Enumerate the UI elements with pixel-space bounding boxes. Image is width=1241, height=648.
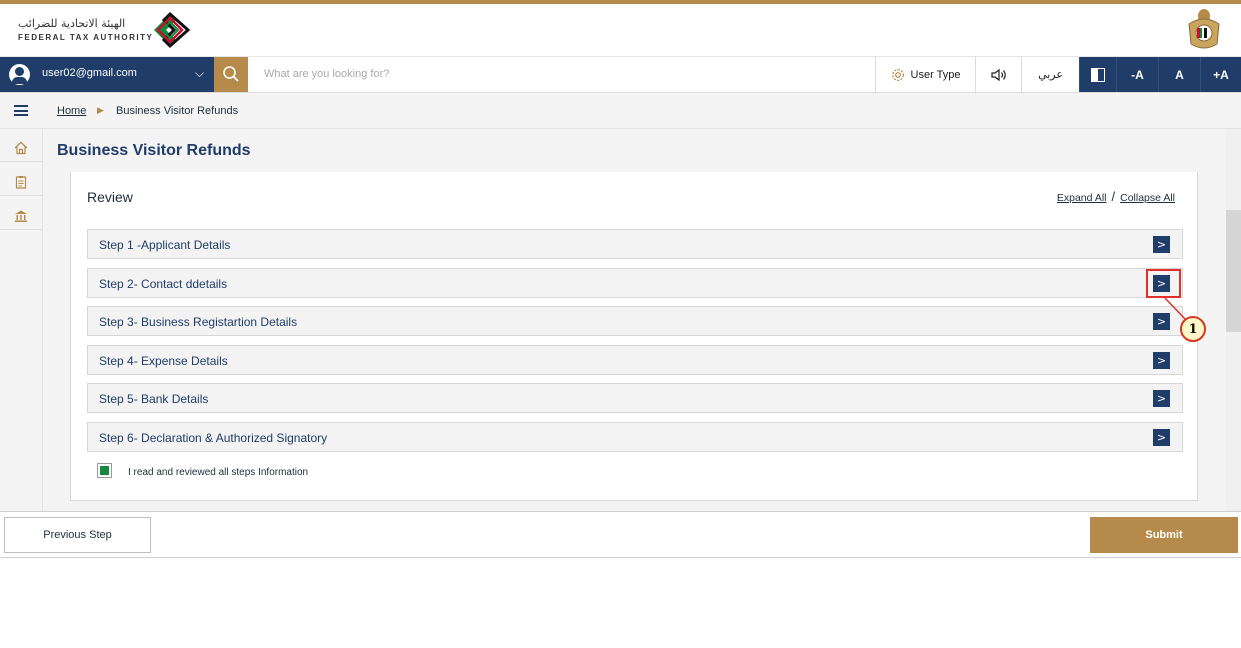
sidebar-bank-icon[interactable]: [11, 206, 31, 226]
search-input[interactable]: [256, 60, 856, 88]
breadcrumb-current: Business Visitor Refunds: [116, 105, 239, 117]
search-button[interactable]: [214, 57, 248, 92]
user-email: user02@gmail.com: [42, 67, 137, 79]
chevron-right-icon[interactable]: >: [1153, 236, 1170, 253]
step-panel-declaration[interactable]: Step 6- Declaration & Authorized Signato…: [87, 422, 1183, 452]
submit-button[interactable]: Submit: [1090, 517, 1238, 553]
logo-header: الهيئة الاتحادية للضرائب FEDERAL TAX AUT…: [0, 4, 1241, 57]
org-name-arabic: الهيئة الاتحادية للضرائب: [18, 17, 126, 30]
chevron-down-icon: ⌵: [195, 66, 205, 80]
user-type-label: User Type: [910, 68, 961, 81]
review-title: Review: [87, 189, 133, 205]
confirm-checkbox[interactable]: [97, 463, 112, 478]
step-panel-expense[interactable]: Step 4- Expense Details >: [87, 345, 1183, 375]
step-panel-applicant[interactable]: Step 1 -Applicant Details >: [87, 229, 1183, 259]
speaker-icon: [990, 68, 1006, 81]
highlight-box: [1146, 269, 1181, 298]
previous-step-button[interactable]: Previous Step: [4, 517, 151, 553]
breadcrumb-arrow-icon: ▶: [97, 105, 104, 115]
app-frame: الهيئة الاتحادية للضرائب FEDERAL TAX AUT…: [0, 0, 1241, 558]
footer-actions: Previous Step Submit: [0, 511, 1241, 558]
breadcrumb-home-link[interactable]: Home: [57, 105, 86, 117]
link-separator: /: [1111, 189, 1116, 204]
chevron-right-icon[interactable]: >: [1153, 313, 1170, 330]
sidebar-home-icon[interactable]: [11, 138, 31, 158]
sidebar-clipboard-icon[interactable]: [11, 172, 31, 192]
gear-icon: [891, 68, 904, 81]
org-name-english: FEDERAL TAX AUTHORITY: [18, 33, 154, 42]
fta-logo-icon: [154, 11, 191, 49]
step-label: Step 1 -Applicant Details: [99, 238, 231, 252]
contrast-icon: [1091, 67, 1105, 82]
left-sidebar: [0, 129, 43, 511]
language-switch[interactable]: عربي: [1021, 57, 1079, 92]
user-avatar-icon: [9, 64, 30, 85]
confirm-label: I read and reviewed all steps Informatio…: [128, 467, 309, 478]
review-card: Review Expand All / Collapse All Step 1 -A…: [70, 172, 1198, 501]
sidebar-divider: [0, 161, 42, 162]
top-navigation: user02@gmail.com ⌵ User Type عربي: [0, 57, 1241, 93]
breadcrumb: Home ▶ Business Visitor Refunds: [0, 93, 1241, 129]
uae-emblem-icon: [1188, 9, 1220, 49]
text-to-speech-button[interactable]: [975, 57, 1021, 92]
step-label: Step 4- Expense Details: [99, 354, 228, 368]
sidebar-divider: [0, 195, 42, 196]
font-normal-button[interactable]: A: [1158, 57, 1200, 92]
step-panel-contact[interactable]: Step 2- Contact ddetails >: [87, 268, 1183, 298]
font-decrease-button[interactable]: -A: [1116, 57, 1158, 92]
chevron-right-icon[interactable]: >: [1153, 352, 1170, 369]
callout-marker: 1: [1180, 316, 1206, 342]
font-increase-button[interactable]: +A: [1200, 57, 1241, 92]
expand-all-link[interactable]: Expand All: [1057, 192, 1107, 204]
chevron-right-icon[interactable]: >: [1153, 429, 1170, 446]
user-type-button[interactable]: User Type: [875, 57, 975, 92]
collapse-all-link[interactable]: Collapse All: [1120, 192, 1175, 204]
contrast-toggle[interactable]: [1079, 57, 1116, 92]
step-label: Step 6- Declaration & Authorized Signato…: [99, 431, 328, 445]
user-account-dropdown[interactable]: user02@gmail.com ⌵: [0, 57, 214, 92]
chevron-right-icon[interactable]: >: [1153, 390, 1170, 407]
scrollbar-thumb[interactable]: [1226, 210, 1241, 332]
step-panel-business-registration[interactable]: Step 3- Business Registartion Details >: [87, 306, 1183, 336]
step-label: Step 2- Contact ddetails: [99, 277, 228, 291]
search-icon: [223, 66, 239, 82]
expand-collapse-links: Expand All / Collapse All: [1057, 189, 1175, 204]
sidebar-divider: [0, 229, 42, 230]
hamburger-menu-icon[interactable]: [14, 105, 28, 116]
step-label: Step 3- Business Registartion Details: [99, 315, 298, 329]
page-title: Business Visitor Refunds: [57, 142, 251, 159]
step-label: Step 5- Bank Details: [99, 392, 209, 406]
step-panel-bank[interactable]: Step 5- Bank Details >: [87, 383, 1183, 413]
